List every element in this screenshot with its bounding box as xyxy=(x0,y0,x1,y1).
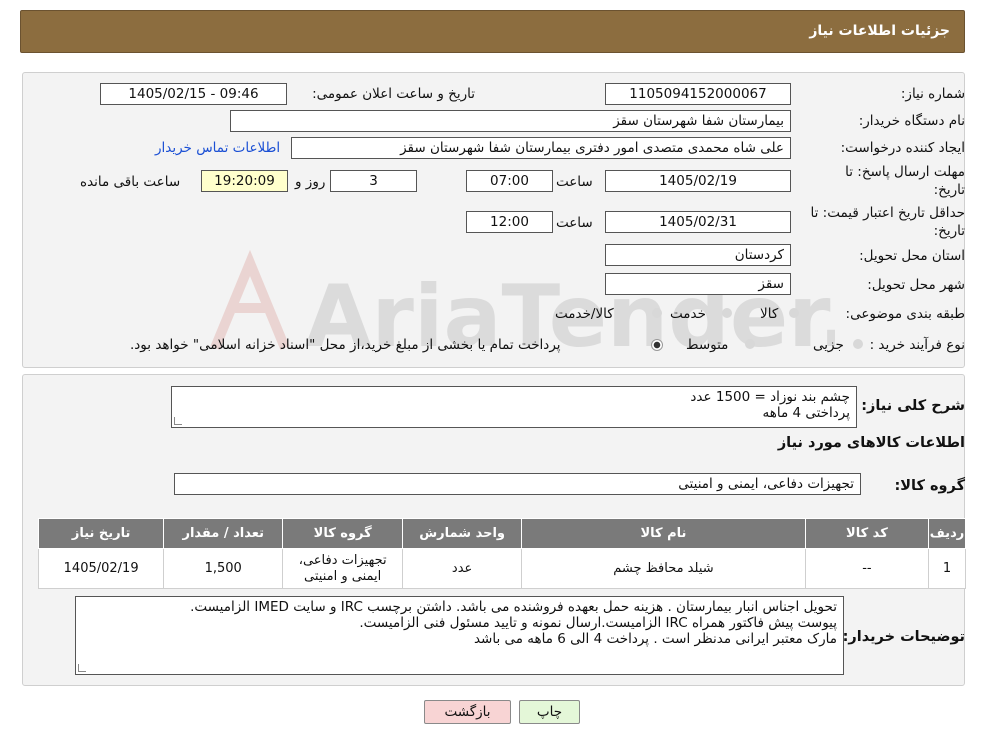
remaining-label: ساعت باقی مانده xyxy=(80,174,181,190)
creator-label: ایجاد کننده درخواست: xyxy=(840,140,965,156)
deadline-label-date: تاریخ: xyxy=(933,182,965,198)
creator-field: علی شاه محمدی متصدی امور دفتری بیمارستان… xyxy=(291,137,791,159)
city-field: سقز xyxy=(605,273,791,295)
page-header: جزئیات اطلاعات نیاز xyxy=(20,10,965,53)
page-title: جزئیات اطلاعات نیاز xyxy=(809,23,950,39)
table-row: 1 -- شیلد محافظ چشم عدد تجهیزات دفاعی، ا… xyxy=(37,548,967,589)
category-radio-goods[interactable] xyxy=(789,308,799,318)
col-need-date: تاریخ نیاز xyxy=(37,518,165,549)
process-radio-medium[interactable] xyxy=(745,339,755,349)
cell-quantity: 1,500 xyxy=(163,548,284,589)
remaining-time-field: 19:20:09 xyxy=(201,170,288,192)
col-unit: واحد شمارش xyxy=(402,518,523,549)
description-label: شرح کلی نیاز: xyxy=(861,398,965,414)
deadline-hour-label: ساعت xyxy=(556,174,593,190)
buyer-org-field: بیمارستان شفا شهرستان سقز xyxy=(230,110,791,132)
category-option-goods: کالا xyxy=(760,306,779,322)
resize-handle-icon[interactable] xyxy=(174,417,182,425)
city-label: شهر محل تحویل: xyxy=(867,277,965,293)
col-row-number: ردیف xyxy=(927,518,967,549)
deadline-label: مهلت ارسال پاسخ: تا xyxy=(845,164,965,180)
category-radio-service[interactable] xyxy=(722,308,732,318)
buyer-notes-textarea[interactable]: تحویل اجناس انبار بیمارستان . هزینه حمل … xyxy=(75,596,844,675)
validity-date-field: 1405/02/31 xyxy=(605,211,791,233)
back-button[interactable]: بازگشت xyxy=(424,700,511,724)
buyer-contact-link[interactable]: اطلاعات تماس خریدار xyxy=(155,140,280,156)
validity-time-field: 12:00 xyxy=(466,211,553,233)
process-note: پرداخت تمام یا بخشی از مبلغ خرید،از محل … xyxy=(130,337,561,353)
print-button[interactable]: چاپ xyxy=(519,700,580,724)
cell-group: تجهیزات دفاعی، ایمنی و امنیتی xyxy=(282,548,404,589)
days-remaining-field: 3 xyxy=(330,170,417,192)
buyer-org-label: نام دستگاه خریدار: xyxy=(858,113,965,129)
cell-item-name: شیلد محافظ چشم xyxy=(521,548,806,589)
category-option-both: کالا/خدمت xyxy=(555,306,614,322)
col-item-code: کد کالا xyxy=(804,518,929,549)
buyer-notes-label: توضیحات خریدار: xyxy=(842,629,965,645)
category-option-service: خدمت xyxy=(670,306,706,322)
cell-unit: عدد xyxy=(402,548,523,589)
goods-group-field: تجهیزات دفاعی، ایمنی و امنیتی xyxy=(174,473,861,495)
col-quantity: تعداد / مقدار xyxy=(163,518,284,549)
description-textarea[interactable]: چشم بند نوزاد = 1500 عدد پرداختی 4 ماهه xyxy=(171,386,857,428)
goods-section-title: اطلاعات کالاهای مورد نیاز xyxy=(777,435,965,451)
validity-label: حداقل تاریخ اعتبار قیمت: تا xyxy=(810,205,965,221)
province-field: کردستان xyxy=(605,244,791,266)
need-number-label: شماره نیاز: xyxy=(900,86,965,102)
resize-handle-icon[interactable] xyxy=(78,664,86,672)
description-line-1: چشم بند نوزاد = 1500 عدد xyxy=(690,389,850,405)
table-header-row: ردیف کد کالا نام کالا واحد شمارش گروه کا… xyxy=(37,518,967,549)
process-option-minor: جزیی xyxy=(813,337,844,353)
cell-row-number: 1 xyxy=(927,548,967,589)
buyer-notes-line-2: پیوست پیش فاکتور همراه IRC الزامیست.ارسا… xyxy=(359,615,837,631)
items-table: ردیف کد کالا نام کالا واحد شمارش گروه کا… xyxy=(37,518,967,589)
category-radio-both[interactable] xyxy=(652,308,662,318)
days-label: روز و xyxy=(295,174,326,190)
deadline-time-field: 07:00 xyxy=(466,170,553,192)
validity-hour-label: ساعت xyxy=(556,215,593,231)
process-radio-treasury[interactable] xyxy=(651,339,663,351)
validity-label-date: تاریخ: xyxy=(933,223,965,239)
goods-group-label: گروه کالا: xyxy=(894,478,965,494)
need-number-field: 1105094152000067 xyxy=(605,83,791,105)
category-label: طبقه بندی موضوعی: xyxy=(845,306,965,322)
deadline-date-field: 1405/02/19 xyxy=(605,170,791,192)
col-item-name: نام کالا xyxy=(521,518,806,549)
cell-need-date: 1405/02/19 xyxy=(37,548,165,589)
process-option-medium: متوسط xyxy=(686,337,729,353)
announce-datetime-field: 1405/02/15 - 09:46 xyxy=(100,83,287,105)
process-radio-minor[interactable] xyxy=(853,339,863,349)
process-label: نوع فرآیند خرید : xyxy=(869,337,965,353)
col-group: گروه کالا xyxy=(282,518,404,549)
description-line-2: پرداختی 4 ماهه xyxy=(762,405,850,421)
announce-label: تاریخ و ساعت اعلان عمومی: xyxy=(312,86,475,102)
buyer-notes-line-1: تحویل اجناس انبار بیمارستان . هزینه حمل … xyxy=(190,599,837,615)
cell-item-code: -- xyxy=(804,548,929,589)
buyer-notes-line-3: مارک معتبر ایرانی مدنظر است . پرداخت 4 ا… xyxy=(473,631,837,647)
province-label: استان محل تحویل: xyxy=(859,248,965,264)
